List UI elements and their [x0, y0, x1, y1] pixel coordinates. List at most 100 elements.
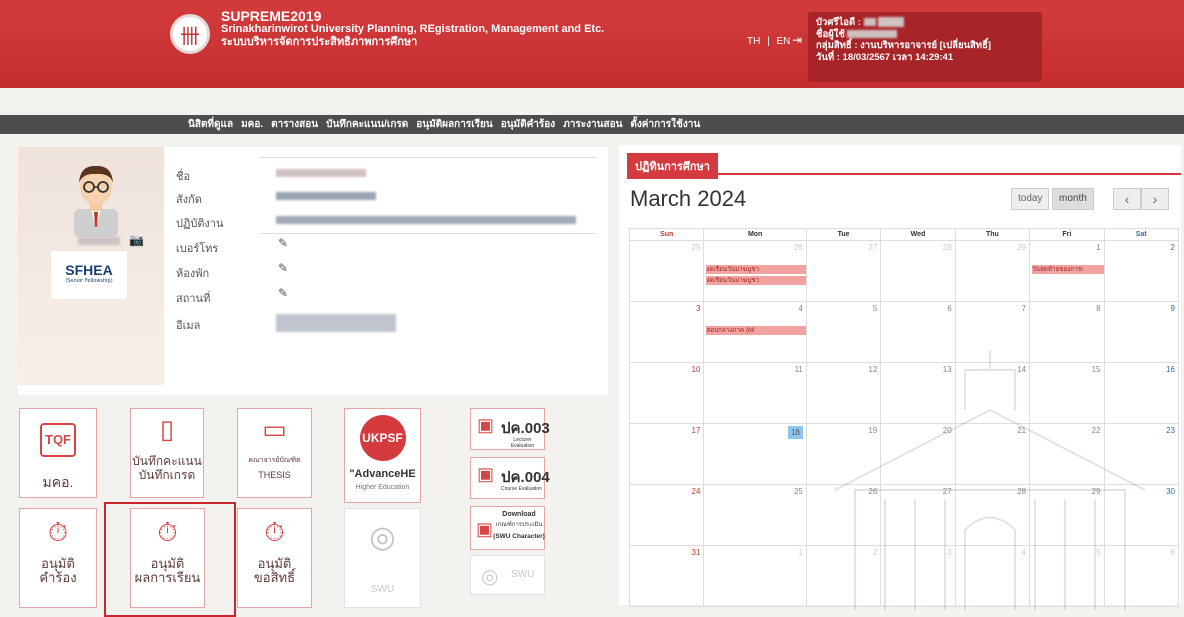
calendar-cell[interactable]: 13	[880, 362, 956, 424]
calendar-cell[interactable]: 4	[954, 545, 1031, 607]
calendar-date: 26	[793, 243, 803, 252]
field-dept: สังกัด	[176, 186, 596, 206]
tile-record[interactable]: ▯ บันทึกคะแนน บันทึกเกรด	[130, 408, 204, 498]
calendar-cell-mon4[interactable]: 4 สอบกลางภาค (Mi	[703, 301, 807, 363]
tqf-book-icon: TQF	[40, 423, 76, 457]
edit-location-icon[interactable]: ✎	[278, 286, 288, 300]
calendar-cell[interactable]: 29	[954, 240, 1031, 302]
calendar-cell[interactable]: 14	[954, 362, 1031, 424]
calendar-cell[interactable]: 6	[1103, 545, 1180, 607]
calendar-cell[interactable]: 28	[954, 484, 1031, 546]
calendar-cell[interactable]: 23	[1103, 423, 1180, 485]
lang-en-link[interactable]: EN	[777, 36, 791, 47]
calendar-cell[interactable]: 3	[880, 545, 956, 607]
calendar-event[interactable]: งดเรียนวันมาฆบูชา	[706, 276, 806, 285]
university-logo-icon[interactable]: 卌	[170, 14, 210, 54]
user-group[interactable]: กลุ่มสิทธิ์ : งานบริหารอาจารย์ [เปลี่ยนส…	[816, 40, 1034, 52]
nav-students[interactable]: นิสิตที่ดูแล	[188, 118, 233, 131]
calendar-cell[interactable]: 8	[1029, 301, 1105, 363]
day-header-mon: Mon	[703, 228, 807, 241]
calendar-cell[interactable]: 27	[805, 240, 882, 302]
nav-timetable[interactable]: ตารางสอน	[271, 118, 318, 131]
phone-tablet-icon: ▯	[159, 414, 175, 444]
calendar-cell[interactable]: 24	[628, 484, 705, 546]
nav-settings[interactable]: ตั้งค่าการใช้งาน	[630, 118, 700, 131]
user-info-box: บัวศรีไอดี : ชื่อผู้ใช้ กลุ่มสิทธิ์ : งา…	[808, 12, 1042, 82]
calendar-cell[interactable]: 25	[703, 484, 807, 546]
edit-room-icon[interactable]: ✎	[278, 261, 288, 275]
tile-thesis[interactable]: ▭ คณาจารย์บัณฑิต THESIS	[237, 408, 312, 498]
nav-tqf[interactable]: มคอ.	[241, 118, 263, 131]
calendar-cell[interactable]: 26	[805, 484, 882, 546]
nav-teaching-load[interactable]: ภาระงานสอน	[563, 118, 622, 131]
calendar-cell[interactable]: 10	[628, 362, 705, 424]
tile-pk004[interactable]: ▣ ปค.004 Course Evaluation	[470, 457, 550, 499]
tile-tqf[interactable]: TQF มคอ.	[19, 408, 97, 498]
tile-swu-disabled: ◎ SWU	[344, 508, 421, 608]
calendar-cell[interactable]: 3	[628, 301, 705, 363]
field-value-name	[276, 169, 366, 177]
calendar-cell[interactable]: 30	[1103, 484, 1180, 546]
calendar-event[interactable]: สอบกลางภาค (Mi	[706, 326, 806, 335]
nav-approve-grades[interactable]: อนุมัติผลการเรียน	[416, 118, 492, 131]
tile-approve-requests[interactable]: ⏱ อนุมัติ คำร้อง	[19, 508, 97, 608]
calendar-cell[interactable]: 5	[1029, 545, 1105, 607]
calendar-tab[interactable]: ปฏิทินการศึกษา	[627, 153, 718, 179]
calendar-cell[interactable]: 20	[880, 423, 956, 485]
calendar-date: 1	[1096, 243, 1101, 252]
calendar-cell[interactable]: 22	[1029, 423, 1105, 485]
lang-th-link[interactable]: TH	[747, 36, 760, 47]
today-button[interactable]: today	[1011, 188, 1050, 210]
nav-approve-requests[interactable]: อนุมัติคำร้อง	[501, 118, 556, 131]
calendar-cell[interactable]: 15	[1029, 362, 1105, 424]
calendar-cell[interactable]: 31	[628, 545, 705, 607]
calendar-cell[interactable]: 19	[805, 423, 882, 485]
user-name-label: ชื่อผู้ใช้	[816, 28, 845, 40]
calendar-cell[interactable]: 16	[1103, 362, 1180, 424]
calendar-cell-mon26[interactable]: 26 งดเรียนวันมาฆบูชา งดเรียนวันมาฆบูชา	[703, 240, 807, 302]
calendar-cell[interactable]: 25	[628, 240, 705, 302]
tile-thesis-label: THESIS	[258, 470, 291, 480]
prev-button[interactable]: ‹	[1113, 188, 1141, 210]
nav-record-grades[interactable]: บันทึกคะแนน/เกรด	[326, 118, 408, 131]
calendar-cell[interactable]: 29	[1029, 484, 1105, 546]
calendar-cell[interactable]: 28	[880, 240, 956, 302]
calendar-date: 4	[798, 304, 803, 313]
day-header-tue: Tue	[805, 228, 882, 241]
calendar-cell-today[interactable]: 18	[703, 423, 807, 485]
calendar-cell[interactable]: 1	[703, 545, 807, 607]
logout-icon[interactable]: ⇥	[792, 33, 802, 47]
day-header-thu: Thu	[954, 228, 1031, 241]
calendar-cell[interactable]: 27	[880, 484, 956, 546]
calendar-cell[interactable]: 6	[880, 301, 956, 363]
calendar-cell[interactable]: 5	[805, 301, 882, 363]
calendar-cell[interactable]: 7	[954, 301, 1031, 363]
calendar-event[interactable]: วันสุดท้ายของการเ	[1032, 265, 1104, 274]
field-name: ชื่อ	[176, 163, 596, 183]
calendar-cell-fri1[interactable]: 1 วันสุดท้ายของการเ	[1029, 240, 1105, 302]
profile-photo-panel: 📷 SFHEA (Senior Fellowship)	[18, 147, 164, 385]
user-name-blur	[847, 29, 898, 38]
tile-swu2-label: SWU	[511, 569, 535, 580]
calendar-cell[interactable]: 11	[703, 362, 807, 424]
camera-icon[interactable]: 📷	[129, 233, 144, 247]
calendar-cell[interactable]: 17	[628, 423, 705, 485]
calendar-cell[interactable]: 12	[805, 362, 882, 424]
next-button[interactable]: ›	[1141, 188, 1169, 210]
tile-pk003[interactable]: ▣ ปค.003 Lecturer Evaluation	[470, 408, 550, 450]
calendar-cell[interactable]: 21	[954, 423, 1031, 485]
calendar-event[interactable]: งดเรียนวันมาฆบูชา	[706, 265, 806, 274]
field-value-work	[276, 216, 576, 224]
calendar-cell[interactable]: 2	[1103, 240, 1180, 302]
field-label-dept: สังกัด	[176, 194, 202, 206]
tile-ukpsf[interactable]: UKPSF "AdvanceHE Higher Education	[344, 408, 421, 503]
calendar-cell[interactable]: 2	[805, 545, 882, 607]
tile-download-criteria[interactable]: ▣ Download เกณฑ์การประเมิน (SWU Characte…	[470, 506, 545, 550]
tile-approve-rights[interactable]: ⏱ อนุมัติ ขอสิทธิ์	[237, 508, 312, 608]
tile-download-label: Download	[502, 511, 536, 518]
field-work: ปฏิบัติงาน	[176, 210, 596, 230]
tile-record-label2: บันทึกเกรด	[138, 468, 196, 482]
calendar-cell[interactable]: 9	[1103, 301, 1180, 363]
edit-phone-icon[interactable]: ✎	[278, 236, 288, 250]
month-button[interactable]: month	[1052, 188, 1094, 210]
